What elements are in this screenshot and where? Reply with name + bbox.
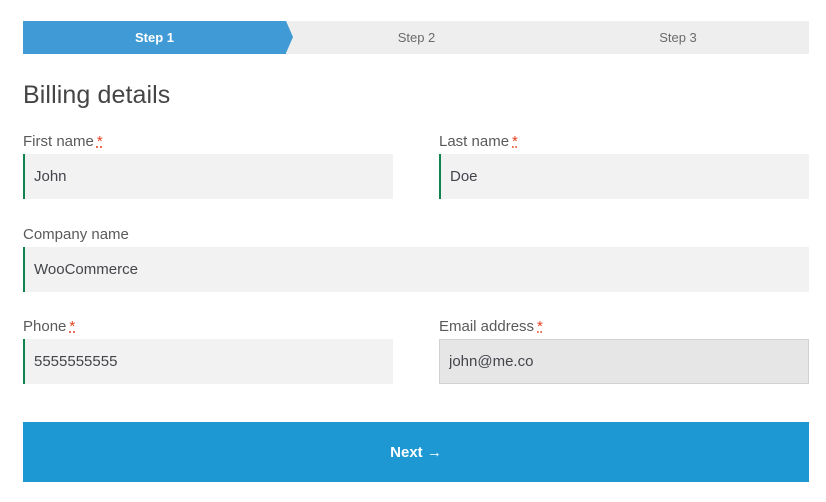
step-progress-bar: Step 1 Step 2 Step 3	[23, 21, 809, 54]
email-label-text: Email address	[439, 318, 535, 335]
required-marker: *	[537, 318, 543, 335]
company-name-label: Company name	[23, 226, 129, 243]
first-name-label: First name *	[23, 132, 393, 152]
last-name-label: Last name *	[439, 132, 809, 152]
last-name-input[interactable]	[439, 154, 809, 199]
company-name-input[interactable]	[23, 247, 809, 292]
checkout-form: Step 1 Step 2 Step 3 Billing details Fir…	[23, 21, 809, 482]
billing-details-heading: Billing details	[23, 81, 171, 109]
first-name-label-text: First name	[23, 133, 94, 150]
step-1-tab[interactable]: Step 1	[23, 21, 293, 54]
next-button[interactable]: Next →	[23, 422, 809, 482]
phone-field: Phone *	[23, 317, 393, 384]
email-label: Email address *	[439, 317, 809, 337]
email-input[interactable]	[439, 339, 809, 384]
phone-input[interactable]	[23, 339, 393, 384]
email-field: Email address *	[439, 317, 809, 384]
required-marker: *	[512, 133, 518, 150]
last-name-field: Last name *	[439, 132, 809, 199]
step-2-tab[interactable]: Step 2	[286, 21, 547, 54]
required-marker: *	[96, 133, 103, 150]
phone-label-text: Phone	[23, 318, 67, 335]
required-marker: *	[69, 318, 76, 335]
company-name-field: Company name	[23, 225, 809, 292]
first-name-field: First name *	[23, 132, 393, 199]
step-3-tab[interactable]: Step 3	[547, 21, 809, 54]
last-name-label-text: Last name	[439, 133, 510, 150]
phone-label: Phone *	[23, 317, 393, 337]
first-name-input[interactable]	[23, 154, 393, 199]
